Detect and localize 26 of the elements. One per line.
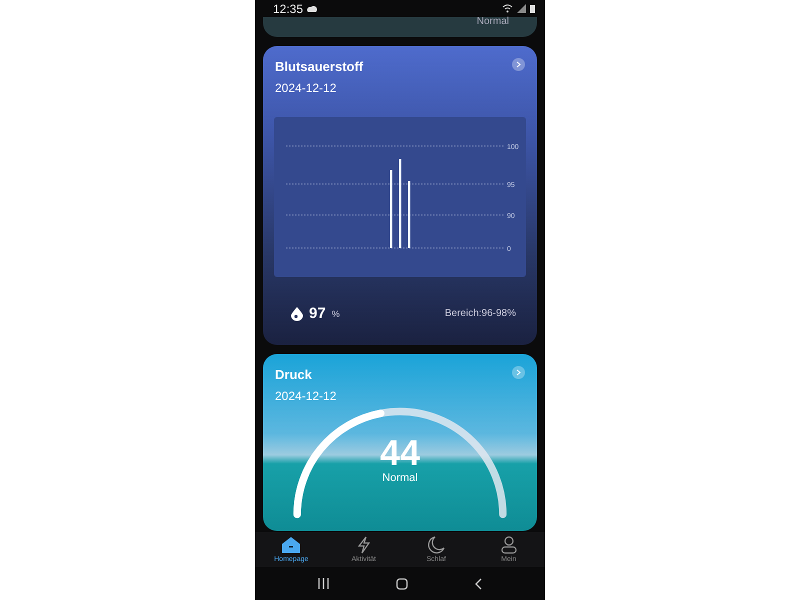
- chevron-icon: [516, 61, 521, 68]
- card-date: 2024-12-12: [275, 389, 336, 403]
- cloud-icon: [307, 6, 318, 12]
- range-text: Bereich:96-98%: [444, 308, 516, 319]
- card-title: Blutsauerstoff: [275, 59, 364, 74]
- recent-apps-icon[interactable]: [318, 578, 330, 589]
- chevron-icon: [516, 369, 521, 376]
- lightning-icon: [356, 536, 371, 554]
- status-time: 12:35: [273, 2, 304, 16]
- battery-icon: [530, 4, 535, 13]
- moon-icon: [427, 536, 446, 554]
- back-icon[interactable]: [474, 578, 482, 590]
- person-icon: [500, 536, 518, 554]
- drop-icon: [291, 306, 303, 320]
- more-button[interactable]: [512, 58, 525, 71]
- oxygen-value: 97: [309, 305, 326, 322]
- card-title: Druck: [275, 367, 312, 382]
- home-icon: [281, 536, 302, 554]
- status-text: Normal: [382, 472, 418, 484]
- home-button-icon[interactable]: [396, 578, 408, 590]
- wifi-icon: [502, 4, 513, 13]
- unit-label: %: [332, 308, 340, 318]
- signal-icon: [517, 4, 526, 13]
- more-button[interactable]: [512, 366, 525, 379]
- status-text: Normal: [476, 17, 509, 27]
- card-date: 2024-12-12: [275, 81, 338, 95]
